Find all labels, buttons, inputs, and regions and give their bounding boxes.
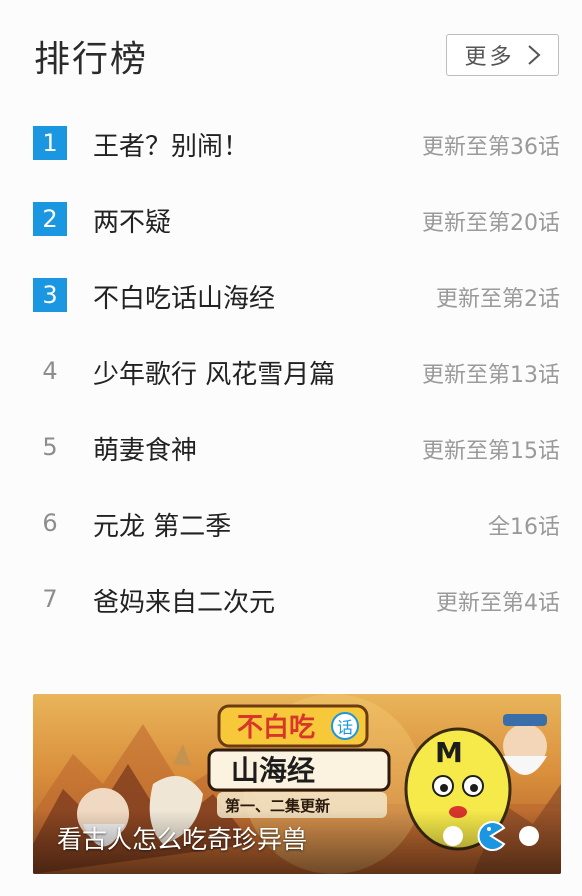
banner-caption: 看古人怎么吃奇珍异兽	[57, 825, 308, 854]
update-status: 更新至第13话	[422, 363, 560, 388]
comic-title: 王者？别闹！	[93, 132, 250, 162]
pacman-indicator-icon[interactable]	[475, 820, 507, 852]
rank-badge: 3	[33, 278, 67, 312]
comic-title: 元龙 第二季	[93, 512, 232, 542]
rank-number: 4	[42, 357, 58, 385]
comic-title: 爸妈来自二次元	[93, 588, 276, 618]
comic-title: 不白吃话山海经	[93, 284, 276, 314]
update-status: 更新至第4话	[436, 591, 560, 616]
rank-number: 5	[42, 433, 58, 461]
page-dot-1[interactable]	[443, 826, 463, 846]
rank-number: 7	[42, 585, 58, 613]
ranking-row-3[interactable]: 3 不白吃话山海经 更新至第2话	[0, 258, 582, 334]
comic-title: 萌妻食神	[93, 436, 198, 466]
rank-badge: 1	[33, 126, 67, 160]
ranking-row-2[interactable]: 2 两不疑 更新至第20话	[0, 182, 582, 258]
ranking-panel: 排行榜 更多 1 王者？别闹！ 更新至第36话 2 两不疑 更新至第20话 3 …	[0, 0, 582, 896]
update-status: 更新至第36话	[422, 135, 560, 160]
rank-badge: 2	[33, 202, 67, 236]
ranking-row-4[interactable]: 4 少年歌行 风花雪月篇 更新至第13话	[0, 334, 582, 410]
banner-logo-line1: 不白吃	[237, 712, 315, 743]
ranking-row-7[interactable]: 7 爸妈来自二次元 更新至第4话	[0, 562, 582, 638]
ranking-row-5[interactable]: 5 萌妻食神 更新至第15话	[0, 410, 582, 486]
ranking-header: 排行榜 更多	[0, 0, 582, 110]
mascot-letter: M	[435, 736, 463, 769]
more-button[interactable]: 更多	[446, 34, 559, 76]
comic-title: 两不疑	[93, 208, 172, 238]
chevron-right-icon	[527, 45, 540, 65]
page-dot-3[interactable]	[519, 826, 539, 846]
comic-title: 少年歌行 风花雪月篇	[93, 360, 336, 390]
banner-logo-badge: 话	[337, 718, 353, 737]
page-title: 排行榜	[34, 39, 149, 80]
promo-banner[interactable]: 不白吃 话 山海经 第一、二集更新 M 看古人怎么吃奇珍异兽	[33, 694, 561, 874]
ranking-row-6[interactable]: 6 元龙 第二季 全16话	[0, 486, 582, 562]
rank-number: 6	[42, 509, 58, 537]
ranking-row-1[interactable]: 1 王者？别闹！ 更新至第36话	[0, 106, 582, 182]
banner-pagination	[443, 820, 539, 852]
banner-logo-line2: 山海经	[231, 754, 315, 787]
update-status: 更新至第15话	[422, 439, 560, 464]
update-status: 全16话	[488, 515, 560, 540]
more-button-label: 更多	[464, 45, 515, 70]
update-status: 更新至第2话	[436, 287, 560, 312]
update-status: 更新至第20话	[422, 211, 560, 236]
ranking-list: 1 王者？别闹！ 更新至第36话 2 两不疑 更新至第20话 3 不白吃话山海经…	[0, 106, 582, 638]
